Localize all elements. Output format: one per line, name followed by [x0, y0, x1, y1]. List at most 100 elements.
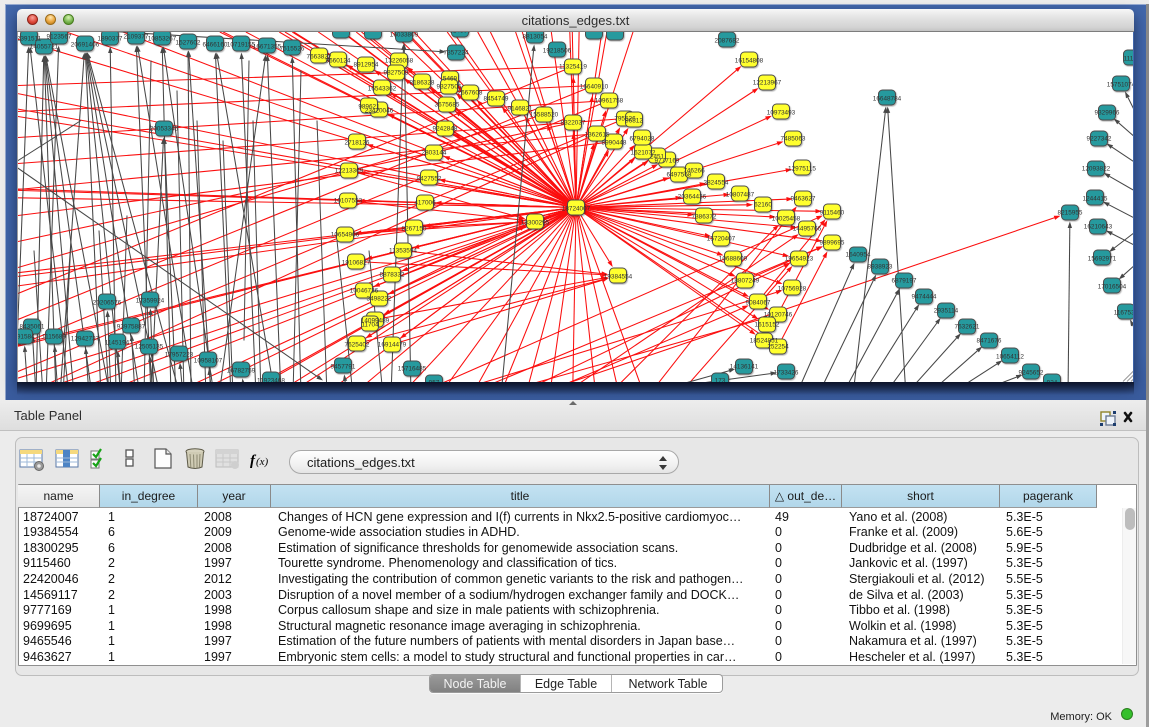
svg-text:8322037: 8322037: [561, 120, 586, 127]
svg-text:9123567: 9123567: [47, 34, 72, 41]
svg-text:9660124: 9660124: [326, 58, 351, 65]
svg-text:20206576: 20206576: [93, 300, 122, 307]
svg-text:7357224: 7357224: [444, 50, 469, 57]
svg-text:1167533: 1167533: [1114, 310, 1133, 317]
svg-text:6879197: 6879197: [892, 278, 917, 285]
svg-text:417006: 417006: [414, 200, 436, 207]
svg-text:12213967: 12213967: [753, 80, 782, 87]
svg-text:93975887: 93975887: [117, 324, 146, 331]
svg-text:9329966: 9329966: [1095, 110, 1120, 117]
svg-text:12213369: 12213369: [335, 168, 364, 175]
svg-text:2087682: 2087682: [715, 38, 740, 45]
svg-text:16782759: 16782759: [227, 368, 256, 375]
svg-text:8471676: 8471676: [977, 338, 1002, 345]
svg-text:11122: 11122: [1124, 56, 1133, 63]
svg-text:16914479: 16914479: [378, 342, 407, 349]
svg-text:10807487: 10807487: [726, 192, 755, 199]
svg-text:15751074: 15751074: [1107, 82, 1133, 89]
svg-text:10654112: 10654112: [996, 354, 1024, 361]
svg-text:9827503: 9827503: [384, 70, 409, 77]
svg-text:19218506: 19218506: [543, 48, 572, 55]
svg-text:9463627: 9463627: [791, 196, 816, 203]
svg-text:2667608: 2667608: [458, 90, 483, 97]
svg-text:7386372: 7386372: [692, 214, 717, 221]
svg-text:17016504: 17016504: [1098, 284, 1127, 291]
svg-text:20691406: 20691406: [71, 42, 100, 49]
svg-text:15588520: 15588520: [530, 112, 559, 119]
svg-text:8938923: 8938923: [868, 264, 893, 271]
svg-text:1527602: 1527602: [176, 40, 201, 47]
svg-text:8215955: 8215955: [1058, 210, 1083, 217]
svg-text:10120746: 10120746: [764, 312, 793, 319]
svg-text:16648784: 16648784: [873, 96, 902, 103]
svg-text:3498222: 3498222: [367, 296, 392, 303]
svg-text:9457791: 9457791: [331, 364, 356, 371]
svg-text:8990448: 8990448: [602, 140, 627, 147]
svg-text:10654906: 10654906: [331, 232, 360, 239]
svg-text:1621072: 1621072: [631, 150, 656, 157]
svg-text:12093822: 12093822: [1082, 166, 1111, 173]
svg-text:10961758: 10961758: [595, 98, 624, 105]
svg-text:2803144: 2803144: [422, 150, 447, 157]
svg-text:8813054: 8813054: [523, 34, 548, 41]
svg-text:1615152: 1615152: [755, 322, 780, 329]
svg-text:746266: 746266: [683, 168, 705, 175]
svg-text:7632621: 7632621: [955, 324, 980, 331]
svg-text:9245652: 9245652: [1019, 370, 1044, 377]
svg-text:3824554: 3824554: [704, 180, 729, 187]
svg-text:14136141: 14136141: [730, 364, 759, 371]
svg-text:3675685: 3675685: [435, 102, 460, 109]
svg-text:11353594: 11353594: [389, 248, 417, 255]
svg-text:10107553: 10107553: [334, 198, 363, 205]
svg-text:814304: 814304: [449, 32, 471, 35]
svg-text:17957223: 17957223: [165, 352, 194, 359]
svg-text:7515526: 7515526: [280, 46, 305, 53]
svg-text:18724007: 18724007: [562, 206, 591, 213]
svg-text:1362615: 1362615: [585, 132, 610, 139]
svg-text:19106827: 19106827: [342, 260, 371, 267]
svg-text:10046736: 10046736: [350, 288, 379, 295]
svg-text:9115460: 9115460: [820, 210, 845, 217]
svg-text:19654923: 19654923: [785, 256, 814, 263]
svg-text:10973493: 10973493: [767, 110, 796, 117]
svg-text:20364436: 20364436: [678, 194, 707, 201]
svg-text:15692971: 15692971: [1088, 256, 1117, 263]
svg-text:18807249: 18807249: [731, 278, 760, 285]
svg-text:1890377: 1890377: [98, 36, 123, 43]
svg-text:8435061: 8435061: [20, 324, 45, 331]
svg-text:2391511: 2391511: [18, 36, 42, 43]
svg-text:8186328: 8186328: [410, 80, 435, 87]
svg-text:10719155: 10719155: [227, 42, 256, 49]
svg-text:8878332: 8878332: [380, 272, 405, 279]
svg-text:2109377: 2109377: [124, 34, 149, 41]
svg-text:16671355: 16671355: [253, 44, 282, 51]
svg-text:17359924: 17359924: [136, 298, 165, 305]
svg-text:8267150: 8267150: [402, 226, 427, 233]
svg-text:20053346: 20053346: [150, 126, 179, 133]
svg-text:2935114: 2935114: [934, 308, 959, 315]
svg-text:1145194: 1145194: [105, 340, 130, 347]
svg-text:11325419: 11325419: [559, 64, 587, 71]
svg-text:8427552: 8427552: [417, 176, 442, 183]
svg-text:62160: 62160: [754, 202, 772, 209]
svg-text:7485063: 7485063: [781, 136, 806, 143]
svg-text:1244415: 1244415: [1083, 196, 1108, 203]
svg-text:7625402: 7625402: [345, 342, 370, 349]
svg-text:14495766: 14495766: [793, 226, 822, 233]
svg-text:16154808: 16154808: [735, 58, 764, 65]
svg-text:(x): (x): [256, 456, 269, 468]
svg-text:16640910: 16640910: [580, 84, 609, 91]
svg-text:14055721: 14055721: [30, 44, 59, 51]
svg-text:6466160: 6466160: [203, 42, 228, 49]
svg-text:9084067: 9084067: [746, 300, 771, 307]
svg-text:1640954: 1640954: [846, 252, 871, 259]
svg-text:1115689: 1115689: [42, 334, 66, 341]
svg-text:15716485: 15716485: [398, 366, 427, 373]
svg-text:11704: 11704: [361, 322, 379, 329]
svg-text:10853267: 10853267: [148, 36, 177, 43]
svg-text:6794028: 6794028: [630, 136, 655, 143]
svg-text:19384554: 19384554: [604, 274, 633, 281]
svg-text:15720407: 15720407: [707, 236, 736, 243]
svg-text:16210643: 16210643: [1084, 224, 1113, 231]
svg-text:9227342: 9227342: [1087, 136, 1112, 143]
